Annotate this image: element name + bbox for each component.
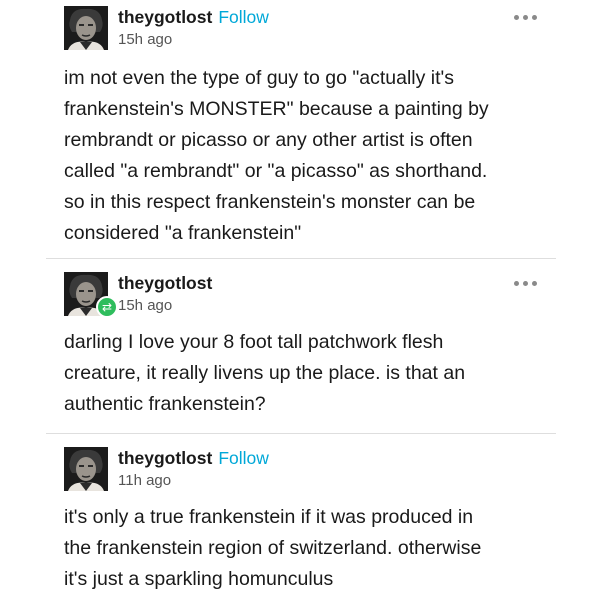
username-link[interactable]: theygotlost	[118, 273, 212, 293]
username-link[interactable]: theygotlost	[118, 448, 212, 468]
post-timestamp: 15h ago	[118, 31, 173, 48]
post-body-line: authentic frankenstein?	[64, 393, 266, 415]
more-options-icon[interactable]	[514, 281, 540, 289]
post-header: theygotlost	[118, 273, 212, 294]
username-link[interactable]: theygotlost	[118, 7, 212, 27]
post-body-line: the frankenstein region of switzerland. …	[64, 537, 482, 559]
avatar-portrait-icon	[64, 6, 108, 50]
post-body-line: creature, it really livens up the place.…	[64, 362, 466, 384]
post-body-line: im not even the type of guy to go "actua…	[64, 67, 455, 89]
post-body-line: darling I love your 8 foot tall patchwor…	[64, 331, 444, 353]
post-body-line: it's just a sparkling homunculus	[64, 568, 334, 590]
more-options-icon[interactable]	[514, 15, 540, 23]
post-body-line: frankenstein's MONSTER" because a painti…	[64, 98, 489, 120]
avatar[interactable]	[64, 447, 108, 491]
post-body-line: so in this respect frankenstein's monste…	[64, 191, 476, 213]
post-header: theygotlost Follow	[118, 7, 269, 28]
post-body: darling I love your 8 foot tall patchwor…	[64, 327, 544, 420]
post-body: it's only a true frankenstein if it was …	[64, 502, 544, 595]
avatar[interactable]	[64, 6, 108, 50]
post-body-line: rembrandt or picasso or any other artist…	[64, 129, 473, 151]
post-timestamp: 11h ago	[118, 472, 172, 489]
post-body-line: called "a rembrandt" or "a picasso" as s…	[64, 160, 488, 182]
post-divider	[46, 258, 556, 259]
post-body: im not even the type of guy to go "actua…	[64, 63, 544, 249]
post-body-line: considered "a frankenstein"	[64, 222, 302, 244]
follow-button[interactable]: Follow	[218, 448, 269, 468]
reblog-icon: ⇄	[96, 296, 118, 318]
post-header: theygotlost Follow	[118, 448, 269, 469]
post-body-line: it's only a true frankenstein if it was …	[64, 506, 474, 528]
post-divider	[46, 433, 556, 434]
post-timestamp: 15h ago	[118, 297, 173, 314]
avatar-portrait-icon	[64, 447, 108, 491]
follow-button[interactable]: Follow	[218, 7, 269, 27]
